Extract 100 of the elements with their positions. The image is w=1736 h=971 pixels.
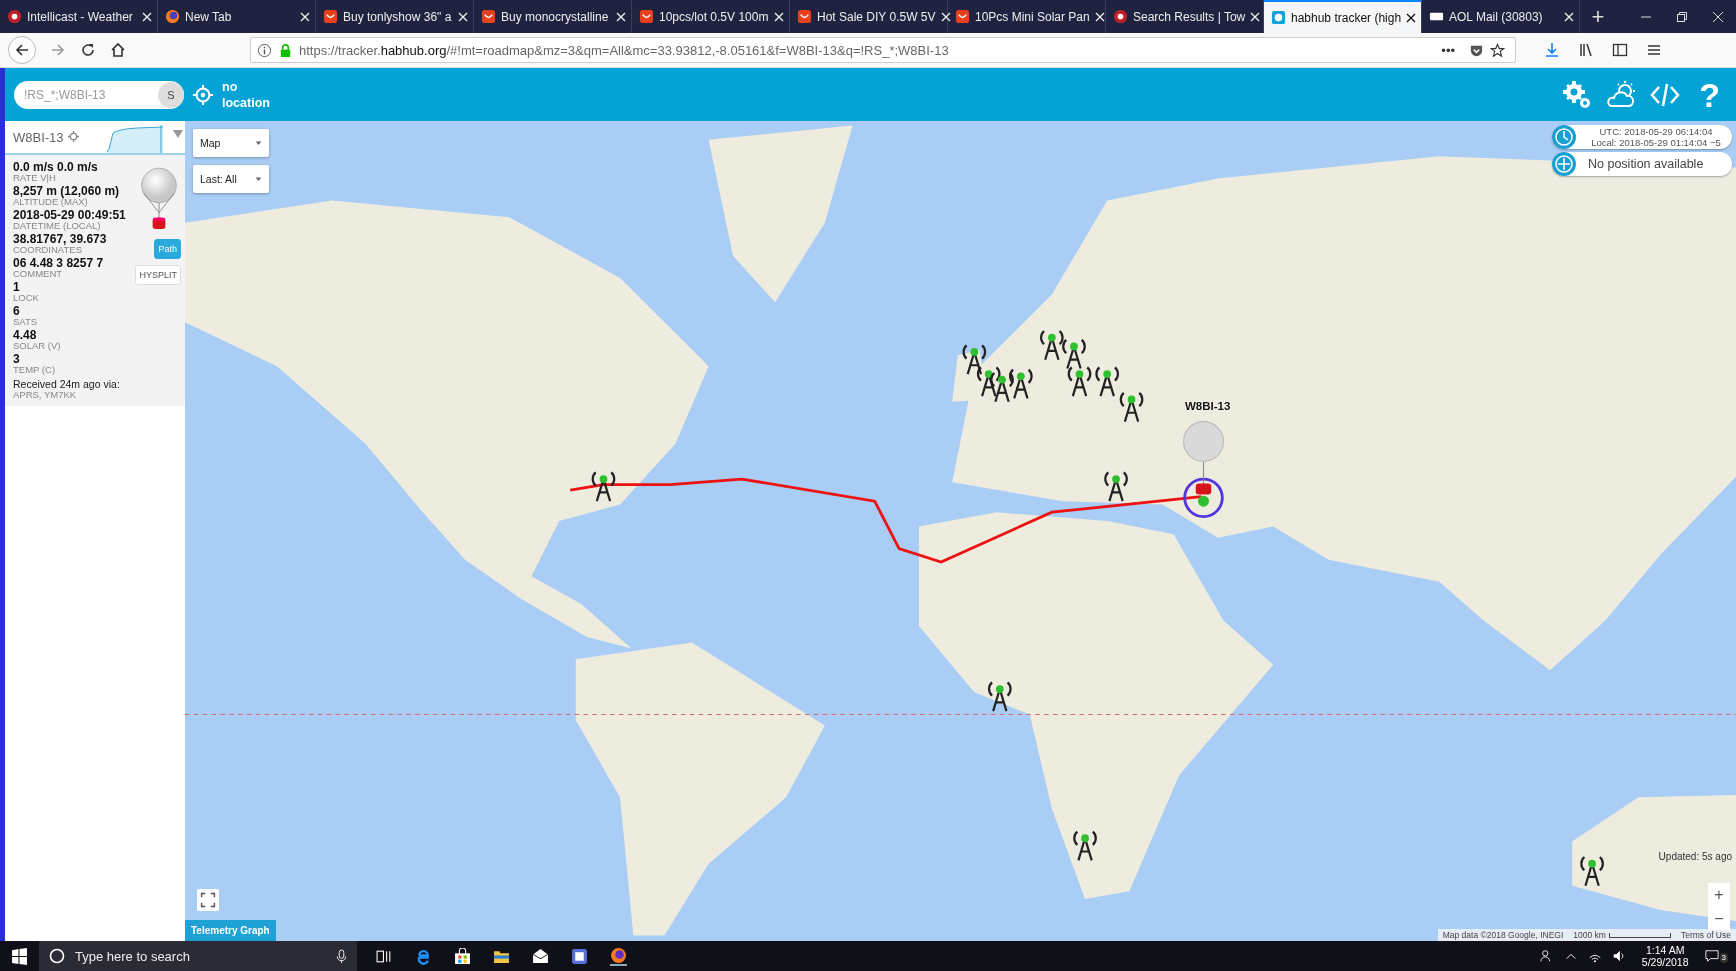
crosshair-icon[interactable] [192,83,214,106]
record-icon [1113,9,1128,24]
record-icon [7,9,22,24]
radio-tower-icon[interactable] [962,344,987,376]
caret-icon [255,140,262,146]
tab-title: Hot Sale DIY 0.5W 5V [817,9,936,24]
field-value: 6 [13,305,21,317]
library-icon[interactable] [1578,42,1594,58]
address-bar[interactable]: https://tracker.habhub.org/#!mt=roadmap&mz=3&qm=All&mc=33.93812,-8.05161&f=W8BI-13&q=!RS_*;W8BI-13 ••• [250,37,1516,63]
field-value: 1 [13,281,21,293]
globe-icon [1271,10,1286,25]
radio-tower-icon[interactable] [1095,366,1120,398]
radio-tower-icon[interactable] [1062,338,1086,370]
radio-tower-icon[interactable] [976,366,1001,398]
info-icon[interactable] [257,42,272,58]
forward-icon[interactable] [50,42,66,58]
tab-title: 10pcs/lot 0.5V 100m [659,9,769,24]
star-icon[interactable] [1490,42,1505,58]
search-button[interactable]: S [158,81,184,108]
app-icon[interactable] [571,947,588,965]
tab-title: AOL Mail (30803) [1449,9,1544,24]
shopping-bag-icon [955,9,970,24]
tab-title: 10Pcs Mini Solar Pan [975,9,1090,24]
search-field[interactable]: !RS_*;W8BI-13 S [14,80,184,109]
scale-bar: 1000 km [1568,929,1676,941]
dropdown-icon[interactable] [172,129,183,139]
updated-text: Updated: 5s ago [1658,851,1732,862]
speech-bubble-icon [1704,949,1719,963]
windows-start-icon[interactable] [11,947,28,965]
close-icon[interactable] [1406,12,1417,23]
radio-tower-icon[interactable] [987,681,1012,713]
tab-title: habhub tracker (high [1291,10,1402,25]
field-label: TEMP (C) [13,365,57,375]
back-arrow-icon [14,42,30,58]
radio-tower-icon[interactable] [1009,368,1033,400]
tab-title: New Tab [185,9,233,24]
speaker-icon[interactable] [1611,949,1626,963]
shopping-bag-icon [639,9,654,24]
position-status: No position available [1588,157,1704,171]
mail-icon[interactable] [532,947,549,965]
browser-e-icon[interactable] [415,947,432,965]
location-status: no location [222,78,271,111]
reload-icon[interactable] [80,42,96,58]
radio-tower-icon[interactable] [1119,391,1144,423]
back-button[interactable] [8,36,36,64]
caret-icon [255,176,262,182]
tab-title: Search Results | Tow [1133,9,1246,24]
menu-icon[interactable] [1646,42,1662,58]
microphone-icon[interactable] [336,948,347,964]
tab-title: Buy tonlyshow 36" a [343,9,453,24]
taskbar-search-field[interactable]: Type here to search [39,941,357,971]
radio-tower-icon[interactable] [990,371,1014,403]
field-label: SATS [13,317,39,327]
field-label: RATE V|H [13,173,57,183]
radio-tower-icon[interactable] [591,471,616,503]
received-via: APRS, YM7KK [13,390,78,400]
fullscreen-icon[interactable] [197,889,219,911]
new-tab-button[interactable]: + [1580,0,1616,33]
field-label: COMMENT [13,269,64,279]
download-icon[interactable] [1544,42,1560,58]
field-value: 0.0 m/s 0.0 m/s [13,161,99,173]
shopping-bag-icon [323,9,338,24]
dropdown-value: Map [200,137,221,149]
url-text: https://tracker.habhub.org/#!mt=roadmap&mz=3&qm=All&mc=33.93812,-8.05161&f=W8BI-13&q=!RS_*;W8BI-13 [299,42,950,58]
radio-tower-icon[interactable] [1580,855,1604,887]
taskbar-clock[interactable]: 1:14 AM 5/29/2018 [1641,944,1689,968]
panel-button[interactable]: HYSPLIT [135,265,181,285]
notification-badge: 3 [1719,953,1728,963]
tab-title: Buy monocrystalline [501,9,610,24]
radio-tower-icon[interactable] [1067,366,1092,398]
radio-tower-icon[interactable] [1104,471,1128,503]
restore-icon[interactable] [1676,10,1688,23]
browser-tab[interactable]: habhub tracker (high [1264,0,1422,33]
dropdown-value: Last: All [200,173,237,185]
search-input[interactable]: Type here to search [73,947,328,965]
map-attribution: Map data ©2018 Google, INEGI [1437,929,1569,941]
received-text: Received 24m ago via: [13,379,121,390]
terms-link[interactable]: Terms of Use [1675,929,1736,941]
field-value: 8,257 m (12,060 m) [13,185,121,197]
field-value: 38.81767, 39.673 [13,233,108,245]
tab-title: Intellicast - Weather [27,9,134,24]
home-icon[interactable] [110,42,126,58]
shopping-bag-icon[interactable] [454,947,471,965]
target-icon[interactable] [67,131,79,142]
period-dropdown[interactable]: Last: All [193,165,269,193]
shopping-bag-icon [797,9,812,24]
balloon-marker[interactable] [1183,421,1224,518]
map-type-dropdown[interactable]: Map [193,129,269,157]
more-actions-button[interactable]: ••• [1441,42,1455,58]
sidebar-icon[interactable] [1612,42,1628,58]
padlock-icon [278,42,293,58]
field-label: DATETIME (LOCAL) [13,221,102,231]
marker-label: W8BI-13 [1185,400,1231,412]
notification-center-button[interactable]: 3 [1704,949,1728,963]
field-label: SOLAR (V) [13,341,62,351]
search-icon [49,948,65,964]
radio-tower-icon[interactable] [1040,329,1064,361]
field-label: COORDINATES [13,245,83,255]
radio-tower-icon[interactable] [1073,830,1097,862]
fox-globe-icon [165,9,180,24]
